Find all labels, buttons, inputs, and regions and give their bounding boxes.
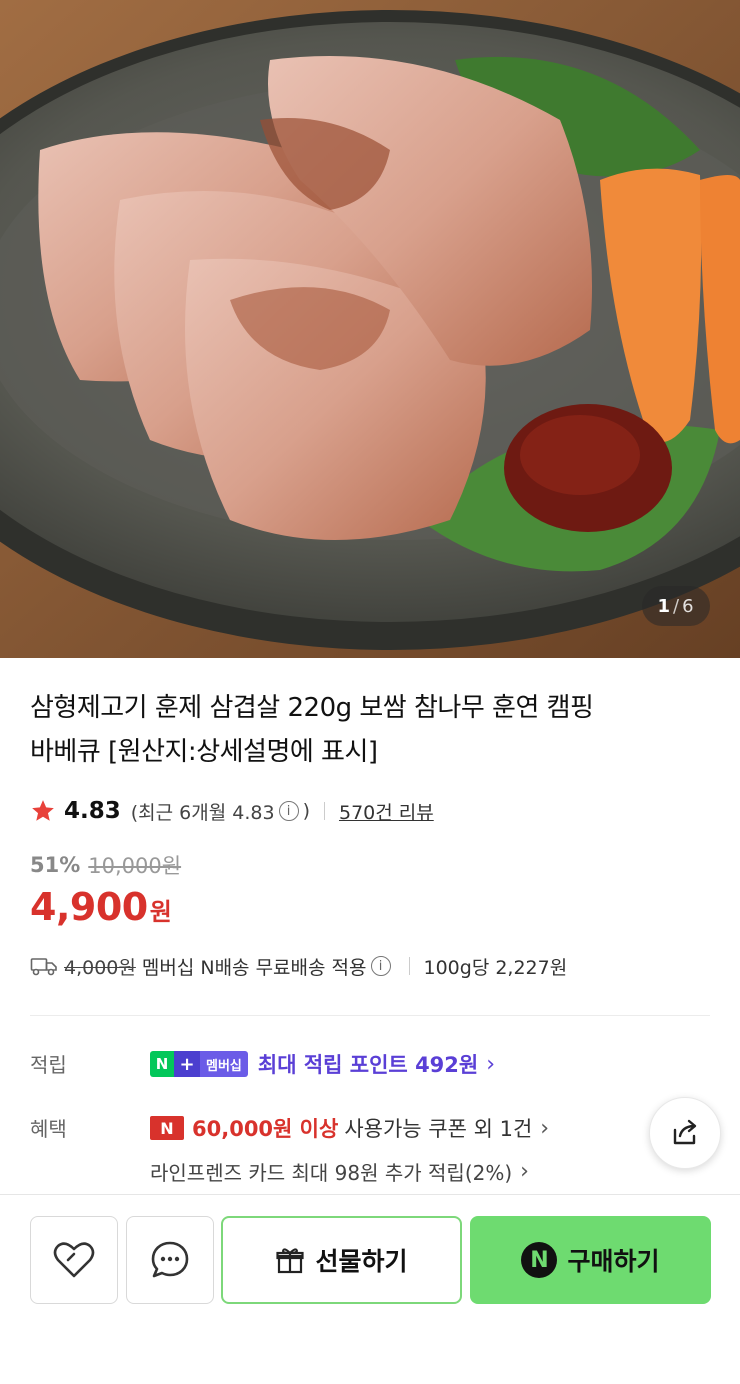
sale-price: 4,900 [30, 885, 148, 929]
badge-n: N [150, 1051, 174, 1077]
rating-value: 4.83 [64, 798, 121, 824]
badge-plus: + [174, 1051, 200, 1077]
review-count-link[interactable]: 570건 리뷰 [339, 798, 434, 825]
star-icon [32, 800, 54, 821]
chevron-right-icon: › [520, 1158, 529, 1184]
heart-icon [53, 1242, 95, 1278]
naver-n-badge: N [150, 1116, 184, 1140]
discount-rate: 51% [30, 853, 81, 877]
product-title: 삼형제고기 훈제 삼겹살 220g 보쌈 참나무 훈연 캠핑 바베큐 [원산지:… [30, 686, 670, 774]
max-points-text: 최대 적립 포인트 492원 [257, 1053, 479, 1077]
shipping-info-icon[interactable]: i [370, 956, 391, 976]
product-title-line2: 바베큐 [원산지:상세설명에 표시] [30, 737, 378, 767]
gift-label: 선물하기 [315, 1247, 408, 1276]
coupon-text: 사용가능 쿠폰 외 1건 [344, 1117, 533, 1141]
rating-row: 4.83 (최근 6개월 4.83 i ) 570건 리뷰 [30, 794, 434, 828]
recent-rating-suffix: ) [302, 800, 310, 822]
price-row: 4,900 원 [30, 885, 172, 929]
truck-icon [30, 958, 57, 976]
shipping-text: 멤버십 N배송 무료배송 적용 [141, 956, 367, 979]
chevron-right-icon: › [540, 1115, 550, 1141]
pager-total: 6 [682, 595, 695, 617]
badge-membership: 멤버십 [200, 1051, 248, 1077]
divider [323, 802, 325, 820]
nplus-membership-badge: N + 멤버십 [150, 1051, 248, 1077]
section-divider [30, 1015, 710, 1016]
chevron-right-icon: › [486, 1051, 496, 1077]
coupon-amount: 60,000원 이상 [192, 1117, 339, 1141]
shipping-original-fee: 4,000원 [64, 956, 136, 979]
shipping-row: 4,000원 멤버십 N배송 무료배송 적용 i 100g당 2,227원 [30, 950, 567, 982]
original-price: 10,000원 [88, 854, 182, 878]
chat-bubble-icon [151, 1241, 189, 1278]
product-photo [0, 0, 740, 658]
card-benefit-text: 라인프렌즈 카드 최대 98원 추가 적립(2%) [150, 1160, 513, 1185]
naver-pay-icon: N [521, 1242, 558, 1278]
buy-button[interactable]: N 구매하기 [470, 1216, 711, 1304]
share-icon [673, 1119, 697, 1145]
talk-button[interactable] [126, 1216, 214, 1304]
divider [408, 957, 410, 975]
price-unit: 원 [149, 898, 172, 926]
card-benefit-row[interactable]: 라인프렌즈 카드 최대 98원 추가 적립(2%) › [150, 1154, 529, 1188]
pager-current: 1 [657, 595, 671, 617]
pager-separator: / [673, 595, 681, 617]
points-label: 적립 [30, 1053, 67, 1077]
discount-row: 51% 10,000원 [30, 850, 181, 880]
wishlist-button[interactable] [30, 1216, 118, 1304]
bottom-action-bar: 선물하기 N 구매하기 [0, 1194, 740, 1384]
share-button[interactable] [649, 1097, 721, 1169]
gift-button[interactable]: 선물하기 [221, 1216, 462, 1304]
coupon-row[interactable]: N 60,000원 이상 사용가능 쿠폰 외 1건 › [150, 1111, 549, 1145]
image-pager: 1 / 6 [642, 586, 710, 626]
info-icon[interactable]: i [278, 801, 299, 821]
benefits-label: 혜택 [30, 1117, 67, 1141]
product-title-line1: 삼형제고기 훈제 삼겹살 220g 보쌈 참나무 훈연 캠핑 [30, 693, 594, 723]
unit-price: 100g당 2,227원 [423, 956, 568, 979]
buy-label: 구매하기 [567, 1247, 660, 1276]
points-row[interactable]: N + 멤버십 최대 적립 포인트 492원 › [150, 1047, 495, 1081]
gift-icon [276, 1248, 305, 1274]
product-image[interactable]: 1 / 6 [0, 0, 740, 658]
recent-rating-prefix: (최근 6개월 4.83 [130, 801, 275, 824]
